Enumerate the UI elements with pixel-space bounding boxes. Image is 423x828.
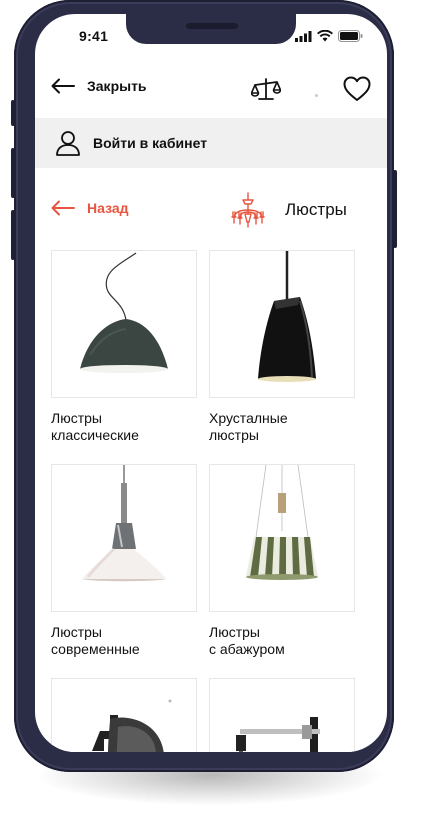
- category-image: [51, 250, 197, 398]
- volume-up-button: [11, 148, 15, 198]
- wifi-icon: [317, 30, 333, 42]
- category-card[interactable]: Люстры с абажуром: [209, 464, 355, 658]
- arrow-left-icon: [51, 200, 75, 216]
- status-time: 9:41: [79, 28, 109, 44]
- status-icons: [295, 30, 363, 42]
- back-label: Назад: [87, 200, 129, 216]
- category-card[interactable]: [51, 678, 197, 752]
- category-card[interactable]: Хрусталные люстры: [209, 250, 355, 444]
- speaker: [186, 23, 238, 29]
- category-label: Люстры классические: [51, 410, 139, 443]
- category-image: [51, 678, 197, 752]
- close-label: Закрыть: [87, 78, 147, 94]
- favorites-button[interactable]: [343, 76, 371, 107]
- category-image: [209, 464, 355, 612]
- mute-switch: [11, 100, 15, 126]
- top-bar: Закрыть: [35, 72, 387, 118]
- category-nav: Назад Люстры: [35, 192, 387, 230]
- category-image: [51, 464, 197, 612]
- category-image: [209, 250, 355, 398]
- signal-icon: [295, 30, 312, 42]
- heart-icon: [343, 76, 371, 101]
- volume-down-button: [11, 210, 15, 260]
- category-label: Люстры современные: [51, 624, 140, 657]
- back-button[interactable]: Назад: [51, 200, 129, 216]
- category-image: [209, 678, 355, 752]
- login-bar[interactable]: Войти в кабинет: [35, 118, 387, 168]
- battery-icon: [338, 30, 363, 42]
- chandelier-icon: [231, 192, 265, 228]
- category-card[interactable]: [209, 678, 355, 752]
- category-label: Хрусталные люстры: [209, 410, 288, 443]
- category-card[interactable]: Люстры классические: [51, 250, 197, 444]
- close-button[interactable]: Закрыть: [51, 78, 147, 94]
- compare-button[interactable]: [250, 76, 282, 109]
- category-title: Люстры: [285, 200, 347, 219]
- arrow-left-icon: [51, 78, 75, 94]
- notch: [126, 14, 296, 44]
- separator-dot: [315, 94, 318, 97]
- category-card[interactable]: Люстры современные: [51, 464, 197, 658]
- app-screen: 9:41 Закрыть Войти в кабинет Назад Люстр…: [35, 14, 387, 752]
- power-button: [393, 170, 397, 248]
- category-label: Люстры с абажуром: [209, 624, 285, 657]
- phone-frame: 9:41 Закрыть Войти в кабинет Назад Люстр…: [11, 0, 397, 772]
- user-icon: [55, 130, 81, 156]
- login-label: Войти в кабинет: [93, 135, 208, 151]
- compare-scales-icon: [250, 78, 282, 100]
